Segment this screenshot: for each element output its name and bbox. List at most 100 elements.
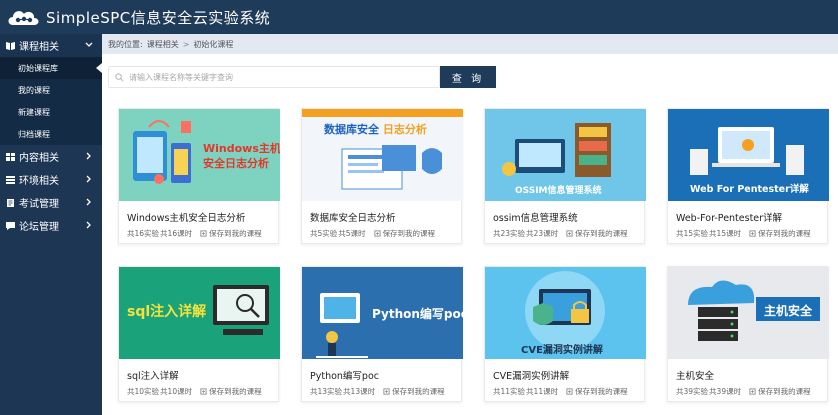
sidebar-item-initial-course-library[interactable]: 初始课程库 [0, 57, 102, 79]
save-to-my-courses-button[interactable]: 保存到我的课程 [200, 228, 262, 239]
course-thumbnail: CVE漏洞实例讲解 [485, 267, 646, 359]
hour-count: 共39课时 [709, 387, 742, 396]
top-bar: SimpleSPC信息安全云实验系统 [0, 0, 838, 34]
course-card[interactable]: 数据库安全 日志分析 数据库安全日志分析 共5实验 共5课时 保存到我的课程 [301, 108, 463, 244]
breadcrumb-separator: > [182, 39, 190, 49]
hour-count: 共15课时 [709, 229, 742, 238]
sidebar-group-forum[interactable]: 论坛管理 [0, 214, 102, 237]
save-icon [749, 230, 756, 237]
course-card[interactable]: Web For Pentester详解 Web-For-Pentester详解 … [667, 108, 829, 244]
sidebar-item-archived-courses[interactable]: 归档课程 [0, 123, 102, 145]
breadcrumb-item-course[interactable]: 课程相关 [147, 39, 179, 50]
hour-count: 共13课时 [343, 387, 376, 396]
save-label: 保存到我的课程 [575, 229, 628, 238]
chevron-right-icon [86, 175, 91, 183]
sidebar-group-environment[interactable]: 环境相关 [0, 168, 102, 191]
thumbnail-caption: Windows主机 安全日志分析 [203, 142, 280, 170]
experiment-count: 共16实验 [127, 229, 160, 238]
save-to-my-courses-button[interactable]: 保存到我的课程 [566, 386, 628, 397]
course-title[interactable]: 主机安全 [676, 368, 714, 382]
sidebar-group-label: 环境相关 [19, 176, 59, 187]
environment-icon [4, 174, 16, 186]
course-title[interactable]: sql注入详解 [127, 368, 179, 382]
course-card[interactable]: Python编写poc Python编写poc 共13实验 共13课时 保存到我… [301, 266, 463, 402]
search-button[interactable]: 查 询 [440, 66, 496, 88]
save-label: 保存到我的课程 [382, 229, 436, 238]
course-title[interactable]: 数据库安全日志分析 [310, 210, 396, 224]
sidebar-submenu-course: 初始课程库 我的课程 新建课程 归档课程 [0, 57, 102, 145]
course-thumbnail: 数据库安全 日志分析 [302, 109, 463, 201]
course-card[interactable]: 主机安全 主机安全 共39实验 共39课时 保存到我的课程 [667, 266, 829, 402]
breadcrumb-prefix: 我的位置: [108, 39, 143, 49]
thumbnail-caption: Web For Pentester详解 [690, 184, 809, 195]
sidebar-group-course[interactable]: 课程相关 [0, 34, 102, 57]
save-to-my-courses-button[interactable]: 保存到我的课程 [749, 386, 811, 397]
sidebar-item-new-course[interactable]: 新建课程 [0, 101, 102, 123]
hour-count: 共11课时 [526, 387, 559, 396]
course-title[interactable]: CVE漏洞实例讲解 [493, 368, 569, 382]
sidebar-group-content[interactable]: 内容相关 [0, 145, 102, 168]
course-card[interactable]: OSSIM信息管理系统 ossim信息管理系统 共23实验 共23课时 保存到我… [484, 108, 646, 244]
save-label: 保存到我的课程 [209, 229, 262, 238]
course-title[interactable]: Windows主机安全日志分析 [127, 210, 245, 224]
save-to-my-courses-button[interactable]: 保存到我的课程 [749, 228, 811, 239]
save-icon [374, 230, 381, 237]
course-card[interactable]: CVE漏洞实例讲解 CVE漏洞实例讲解 共11实验 共11课时 保存到我的课程 [484, 266, 646, 402]
save-to-my-courses-button[interactable]: 保存到我的课程 [383, 386, 445, 397]
chat-bubble-icon [4, 220, 16, 232]
sidebar: 课程相关 初始课程库 我的课程 新建课程 归档课程 内容相关 环境相关 考试管理… [0, 34, 102, 415]
breadcrumb: 我的位置: 课程相关 > 初始化课程 [102, 34, 838, 54]
course-meta: 共39实验 共39课时 保存到我的课程 [676, 386, 811, 397]
course-thumbnail: Windows主机 安全日志分析 [119, 109, 280, 201]
sidebar-item-label: 新建课程 [18, 107, 50, 117]
course-meta: 共23实验 共23课时 保存到我的课程 [493, 228, 628, 239]
experiment-count: 共13实验 [310, 387, 343, 396]
chevron-right-icon [86, 152, 91, 160]
save-to-my-courses-button[interactable]: 保存到我的课程 [374, 228, 436, 239]
course-title[interactable]: Python编写poc [310, 368, 379, 382]
thumbnail-caption: CVE漏洞实例讲解 [521, 345, 603, 356]
content-grid-icon [4, 151, 16, 163]
sidebar-group-label: 课程相关 [19, 42, 59, 53]
course-meta: 共16实验 共16课时 保存到我的课程 [127, 228, 262, 239]
save-to-my-courses-button[interactable]: 保存到我的课程 [566, 228, 628, 239]
main-content: 我的位置: 课程相关 > 初始化课程 查 询 Wi [102, 34, 838, 415]
search-row: 查 询 [108, 66, 496, 88]
thumbnail-caption: OSSIM信息管理系统 [515, 186, 602, 196]
sidebar-group-label: 考试管理 [19, 199, 59, 210]
sidebar-item-label: 初始课程库 [18, 63, 58, 73]
course-thumbnail: sql注入详解 [119, 267, 280, 359]
search-input[interactable] [129, 72, 429, 82]
save-icon [566, 388, 573, 395]
save-to-my-courses-button[interactable]: 保存到我的课程 [200, 386, 262, 397]
course-card[interactable]: Windows主机 安全日志分析 Windows主机安全日志分析 共16实验 共1… [118, 108, 280, 244]
save-icon [200, 388, 207, 395]
course-meta: 共5实验 共5课时 保存到我的课程 [310, 228, 435, 239]
course-title[interactable]: Web-For-Pentester详解 [676, 210, 782, 224]
course-thumbnail: Python编写poc [302, 267, 463, 359]
save-label: 保存到我的课程 [209, 387, 262, 396]
course-meta: 共13实验 共13课时 保存到我的课程 [310, 386, 445, 397]
sidebar-group-label: 论坛管理 [19, 222, 59, 233]
experiment-count: 共39实验 [676, 387, 709, 396]
experiment-count: 共11实验 [493, 387, 526, 396]
sidebar-group-label: 内容相关 [19, 153, 59, 164]
experiment-count: 共10实验 [127, 387, 160, 396]
book-icon [4, 40, 16, 52]
search-box[interactable] [108, 66, 440, 88]
course-meta: 共15实验 共15课时 保存到我的课程 [676, 228, 811, 239]
save-icon [200, 230, 207, 237]
sidebar-group-exam[interactable]: 考试管理 [0, 191, 102, 214]
chevron-right-icon [86, 198, 91, 206]
course-card[interactable]: sql注入详解 sql注入详解 共10实验 共10课时 保存到我的课程 [118, 266, 280, 402]
experiment-count: 共23实验 [493, 229, 526, 238]
sidebar-item-my-courses[interactable]: 我的课程 [0, 79, 102, 101]
chevron-right-icon [86, 221, 91, 229]
search-icon [115, 72, 124, 81]
sidebar-item-label: 归档课程 [18, 129, 50, 139]
thumbnail-caption: 主机安全 [764, 304, 813, 318]
course-title[interactable]: ossim信息管理系统 [493, 210, 578, 224]
course-thumbnail: 主机安全 [668, 267, 829, 359]
course-thumbnail: Web For Pentester详解 [668, 109, 829, 201]
thumbnail-caption: sql注入详解 [127, 304, 207, 320]
